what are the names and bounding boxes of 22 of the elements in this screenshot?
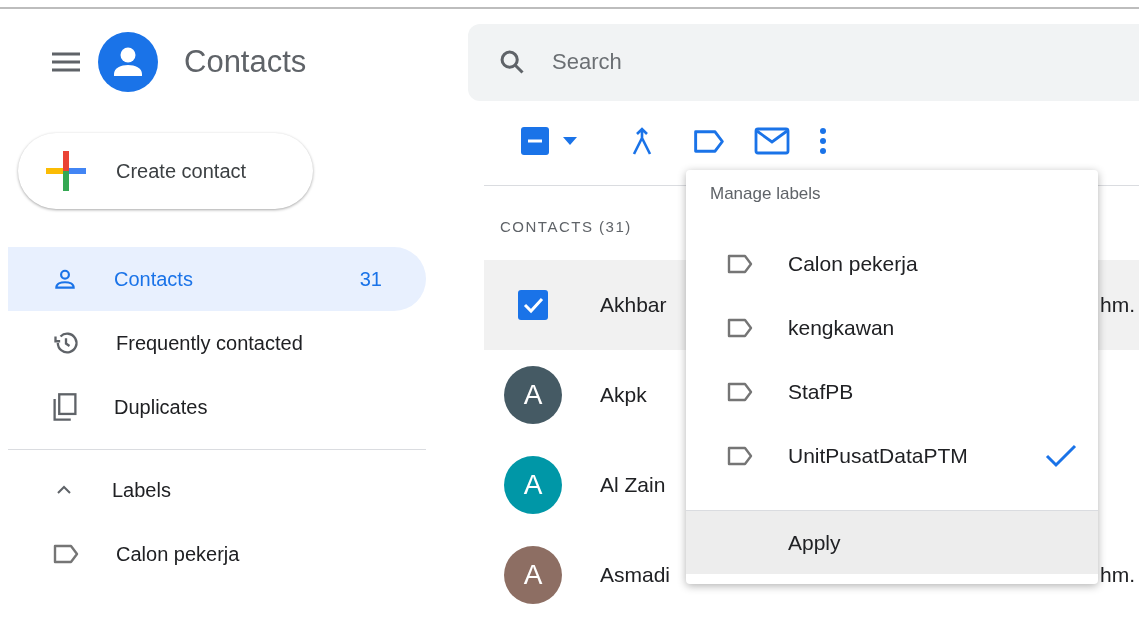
contact-name: Akhbar [600, 293, 667, 317]
menu-label: Calon pekerja [788, 252, 919, 276]
nav-count: 31 [359, 267, 382, 291]
label-name: Calon pekerja [116, 542, 241, 566]
contacts-heading: CONTACTS (31) [499, 217, 632, 237]
menu-label: kengkawan [788, 316, 896, 340]
nav-label: Duplicates [114, 395, 209, 419]
app-title: Contacts [184, 44, 307, 80]
avatar: A [504, 546, 562, 604]
avatar: A [504, 456, 562, 514]
nav-label: Contacts [114, 267, 194, 291]
contact-name: Al Zain [600, 473, 666, 497]
nav-label: Frequently contacted [116, 331, 304, 355]
contact-name: Asmadi [600, 563, 671, 587]
menu-label: StafPB [788, 380, 855, 404]
menu-label: UnitPusatDataPTM [788, 444, 969, 468]
contact-email: hm. [1100, 293, 1135, 317]
labels-title: Labels [112, 478, 172, 502]
menu-title: Manage labels [709, 184, 822, 205]
avatar: A [504, 366, 562, 424]
contact-email: hm. [1100, 563, 1135, 587]
contact-name: Akpk [600, 383, 647, 407]
